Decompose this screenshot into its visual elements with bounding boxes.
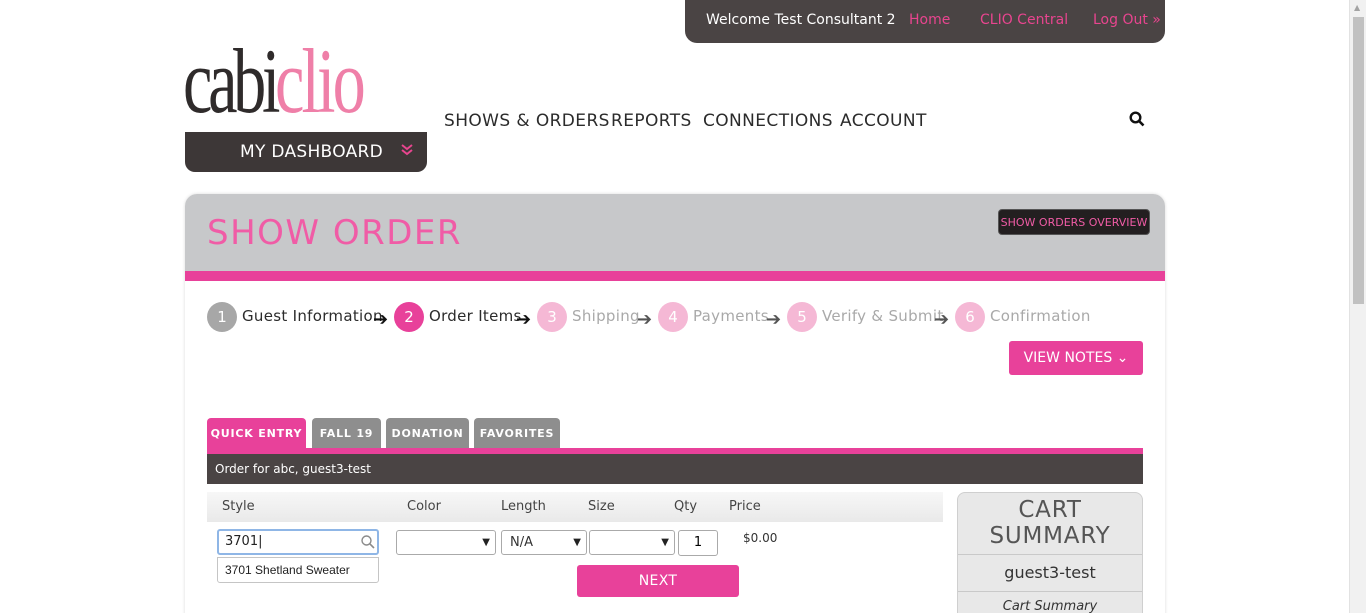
view-notes-button[interactable]: VIEW NOTES ⌄ bbox=[1009, 341, 1143, 375]
page: Welcome Test Consultant 2 Home CLIO Cent… bbox=[0, 0, 1366, 613]
column-headers: Style Color Length Size Qty Price bbox=[207, 492, 943, 522]
step-3-label: Shipping bbox=[572, 307, 640, 325]
nav-connections[interactable]: CONNECTIONS bbox=[703, 111, 833, 131]
col-price: Price bbox=[729, 499, 761, 514]
col-size: Size bbox=[588, 499, 615, 514]
length-select-value: N/A bbox=[510, 535, 533, 550]
step-6-label: Confirmation bbox=[990, 307, 1091, 325]
logout-link[interactable]: Log Out » bbox=[1093, 12, 1161, 28]
nav-reports[interactable]: REPORTS bbox=[611, 111, 692, 131]
cabi-clio-logo[interactable]: cabi clio bbox=[183, 30, 433, 132]
step-1-circle: 1 bbox=[207, 302, 237, 332]
tab-quick-entry[interactable]: QUICK ENTRY bbox=[207, 418, 306, 449]
top-bar: Welcome Test Consultant 2 Home CLIO Cent… bbox=[685, 0, 1165, 43]
step-5-circle: 5 bbox=[787, 302, 817, 332]
page-title: SHOW ORDER bbox=[207, 213, 463, 253]
search-icon bbox=[360, 534, 376, 550]
step-3-circle: 3 bbox=[537, 302, 567, 332]
nav-account[interactable]: ACCOUNT bbox=[840, 111, 927, 131]
show-orders-overview-button[interactable]: SHOW ORDERS OVERVIEW bbox=[998, 209, 1150, 235]
length-select[interactable]: N/A ▼ bbox=[501, 530, 587, 555]
scrollbar-thumb[interactable] bbox=[1353, 17, 1364, 304]
nav-shows-orders[interactable]: SHOWS & ORDERS bbox=[444, 111, 610, 131]
cart-summary: CART SUMMARY guest3-test Cart Summary bbox=[957, 492, 1143, 613]
next-button[interactable]: NEXT bbox=[577, 565, 739, 597]
step-arrow-icon: ➔ bbox=[766, 309, 782, 330]
search-icon[interactable] bbox=[1129, 111, 1145, 127]
cart-guest-name: guest3-test bbox=[958, 554, 1142, 592]
step-1-label: Guest Information bbox=[242, 307, 383, 325]
step-6-circle: 6 bbox=[955, 302, 985, 332]
col-length: Length bbox=[501, 499, 546, 514]
style-input[interactable]: 3701| bbox=[217, 529, 379, 555]
tab-favorites[interactable]: FAVORITES bbox=[474, 418, 560, 449]
logo-clio: clio bbox=[275, 30, 366, 132]
col-style: Style bbox=[222, 499, 255, 514]
dashboard-label: MY DASHBOARD bbox=[240, 142, 384, 162]
col-qty: Qty bbox=[674, 499, 698, 514]
header-accent-bar bbox=[185, 271, 1165, 281]
step-2-label: Order Items bbox=[429, 307, 522, 325]
chevron-down-icon bbox=[401, 143, 413, 160]
step-5-label: Verify & Submit bbox=[822, 307, 944, 325]
step-arrow-icon: ➔ bbox=[637, 309, 653, 330]
step-2-circle: 2 bbox=[394, 302, 424, 332]
clio-central-link[interactable]: CLIO Central bbox=[980, 12, 1068, 28]
scroll-up-icon[interactable]: ▲ bbox=[1354, 3, 1360, 12]
step-4-circle: 4 bbox=[658, 302, 688, 332]
price-value: $0.00 bbox=[743, 531, 778, 545]
tab-donation[interactable]: DONATION bbox=[386, 418, 469, 449]
order-for-banner: Order for abc, guest3-test bbox=[207, 454, 1143, 484]
col-color: Color bbox=[407, 499, 441, 514]
welcome-text: Welcome Test Consultant 2 bbox=[706, 12, 896, 28]
step-arrow-icon: ➔ bbox=[373, 309, 389, 330]
dropdown-arrow-icon: ▼ bbox=[573, 537, 581, 548]
cart-summary-subtitle: Cart Summary bbox=[1002, 599, 1098, 613]
tab-fall-19[interactable]: FALL 19 bbox=[312, 418, 381, 449]
style-suggestion-item[interactable]: 3701 Shetland Sweater bbox=[217, 557, 379, 583]
home-link[interactable]: Home bbox=[909, 12, 950, 28]
step-arrow-icon: ➔ bbox=[934, 309, 950, 330]
page-scrollbar[interactable]: ▲ bbox=[1349, 0, 1366, 613]
color-select[interactable]: ▼ bbox=[396, 530, 496, 555]
logo-cabi: cabi bbox=[183, 30, 280, 132]
size-select[interactable]: ▼ bbox=[589, 530, 675, 555]
step-arrow-icon: ➔ bbox=[516, 309, 532, 330]
dropdown-arrow-icon: ▼ bbox=[482, 537, 490, 548]
cart-summary-title: CART SUMMARY bbox=[989, 497, 1111, 549]
step-4-label: Payments bbox=[693, 307, 769, 325]
dropdown-arrow-icon: ▼ bbox=[661, 537, 669, 548]
qty-input[interactable]: 1 bbox=[678, 530, 718, 556]
my-dashboard-button[interactable]: MY DASHBOARD bbox=[185, 132, 427, 172]
